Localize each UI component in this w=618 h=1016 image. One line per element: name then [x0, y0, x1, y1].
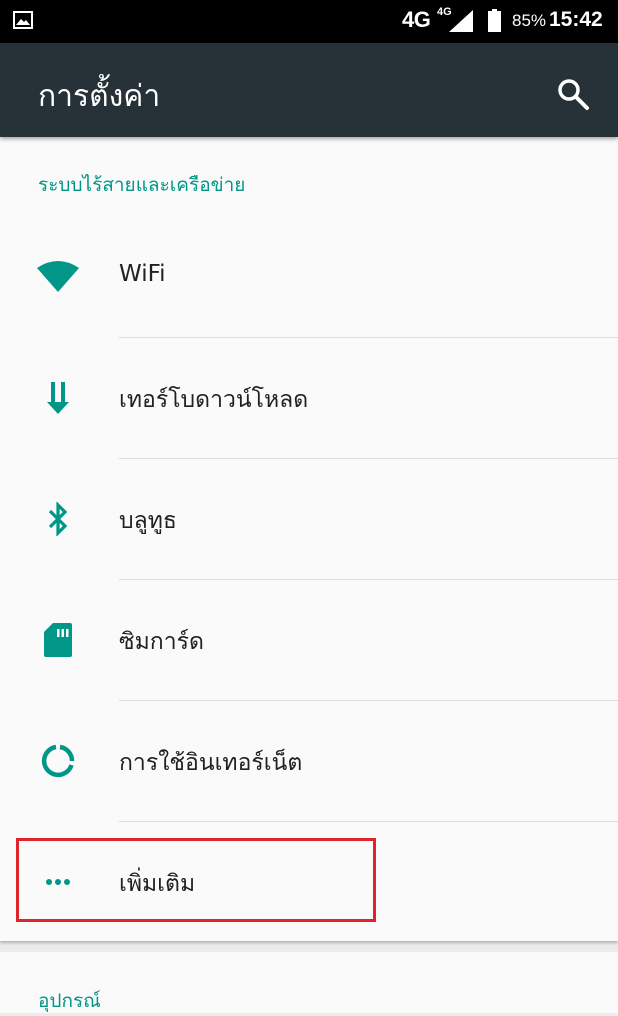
clock: 15:42	[549, 8, 603, 31]
page-title: การตั้งค่า	[38, 79, 161, 114]
settings-item-data-usage[interactable]: การใช้อินเทอร์เน็ต	[0, 701, 618, 821]
settings-item-label: บลูทูธ	[119, 508, 177, 534]
wireless-networks-card: ระบบไร้สายและเครือข่าย WiFi เทอร์โบดาวน์…	[0, 137, 618, 941]
section-header-wireless: ระบบไร้สายและเครือข่าย	[38, 174, 246, 196]
settings-item-wifi[interactable]: WiFi	[0, 217, 618, 337]
settings-item-more[interactable]: เพิ่มเติม	[0, 822, 618, 942]
settings-item-label: การใช้อินเทอร์เน็ต	[119, 750, 303, 776]
settings-item-sim-card[interactable]: ซิมการ์ด	[0, 580, 618, 700]
settings-item-turbo-download[interactable]: เทอร์โบดาวน์โหลด	[0, 338, 618, 458]
more-dots-icon	[36, 862, 80, 902]
image-notification-icon	[13, 11, 33, 29]
settings-item-label: ซิมการ์ด	[119, 629, 204, 655]
wifi-icon	[36, 257, 80, 297]
section-header-device: อุปกรณ์	[38, 990, 101, 1012]
device-card: อุปกรณ์	[0, 952, 618, 1013]
sim-card-icon	[36, 620, 80, 660]
settings-item-label: เทอร์โบดาวน์โหลด	[119, 387, 309, 413]
network-type: 4G	[402, 7, 431, 32]
settings-item-bluetooth[interactable]: บลูทูธ	[0, 459, 618, 579]
download-arrow-icon	[36, 378, 80, 418]
status-bar: 4G 4G 85% 15:42	[0, 0, 618, 43]
app-toolbar: การตั้งค่า	[0, 43, 618, 137]
settings-item-label: WiFi	[119, 261, 166, 287]
search-icon[interactable]	[556, 77, 590, 111]
data-usage-icon	[36, 741, 80, 781]
settings-item-label: เพิ่มเติม	[119, 871, 196, 897]
battery-icon	[488, 9, 501, 32]
bluetooth-icon	[36, 499, 80, 539]
battery-percent: 85%	[512, 11, 547, 30]
signal-icon	[449, 10, 473, 32]
